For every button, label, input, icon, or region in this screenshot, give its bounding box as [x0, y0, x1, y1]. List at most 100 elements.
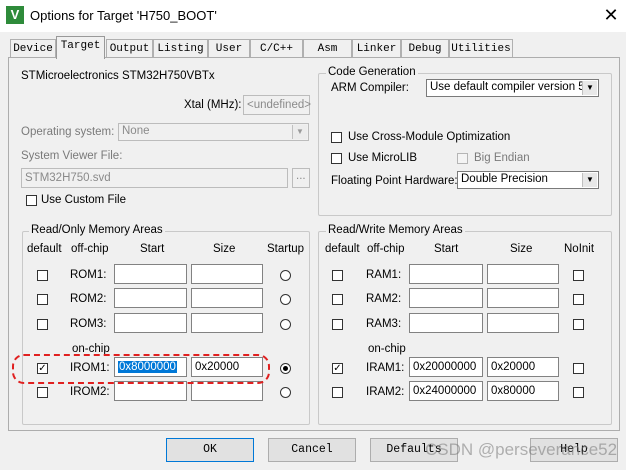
ram-row-3-size-field[interactable]: [487, 313, 559, 333]
microlib-label: Use MicroLIB: [348, 152, 418, 164]
rom-row-3-start-field[interactable]: [114, 313, 187, 333]
ram-row-1-noinit-checkbox[interactable]: [573, 270, 584, 281]
highlight-annotation: [12, 354, 270, 384]
tab-asm[interactable]: Asm: [303, 39, 352, 58]
rom-row-1-start-field[interactable]: [114, 264, 187, 284]
ram-header-offchip: off-chip: [367, 243, 405, 255]
ram-row-4-noinit-checkbox[interactable]: [573, 363, 584, 374]
big-endian-label: Big Endian: [474, 152, 530, 164]
compiler-select[interactable]: Use default compiler version 5 ▼: [426, 79, 599, 97]
window-title: Options for Target 'H750_BOOT': [30, 8, 217, 23]
tab-listing[interactable]: Listing: [153, 39, 208, 58]
ram-row-5-default-checkbox[interactable]: [332, 387, 343, 398]
ram-group-title: Read/Write Memory Areas: [326, 224, 465, 236]
ram-row-1-default-checkbox[interactable]: [332, 270, 343, 281]
rom-row-1-name: ROM1:: [70, 269, 107, 281]
custom-file-label: Use Custom File: [41, 194, 126, 206]
rom-row-4-startup-radio[interactable]: [280, 363, 291, 374]
rom-row-2-startup-radio[interactable]: [280, 294, 291, 305]
tab-device[interactable]: Device: [10, 39, 56, 58]
big-endian-checkbox[interactable]: [457, 153, 468, 164]
rom-row-5-default-checkbox[interactable]: [37, 387, 48, 398]
tab-debug[interactable]: Debug: [401, 39, 449, 58]
fpu-label: Floating Point Hardware:: [331, 175, 458, 187]
app-icon: V: [6, 6, 24, 24]
ram-header-size: Size: [510, 243, 533, 255]
rom-row-3-name: ROM3:: [70, 318, 107, 330]
rom-row-1-startup-radio[interactable]: [280, 270, 291, 281]
ram-header-default: default: [325, 243, 360, 255]
ram-row-4-size-field[interactable]: 0x20000: [487, 357, 559, 377]
xtal-field[interactable]: <undefined>: [243, 95, 311, 115]
os-label: Operating system:: [21, 126, 115, 138]
svd-browse-button[interactable]: ...: [292, 168, 310, 188]
cross-module-checkbox[interactable]: [331, 132, 342, 143]
rom-row-5-start-field[interactable]: [114, 381, 187, 401]
rom-row-5-startup-radio[interactable]: [280, 387, 291, 398]
ram-header-start: Start: [434, 243, 459, 255]
chevron-down-icon: ▼: [292, 125, 307, 139]
cancel-button[interactable]: Cancel: [268, 438, 356, 462]
ram-row-4-name: IRAM1:: [366, 362, 405, 374]
custom-file-checkbox[interactable]: [26, 195, 37, 206]
rom-header-startup: Startup: [267, 243, 305, 255]
rom-row-2-name: ROM2:: [70, 293, 107, 305]
ram-row-1-size-field[interactable]: [487, 264, 559, 284]
os-select[interactable]: None ▼: [118, 123, 309, 141]
rom-row-3-default-checkbox[interactable]: [37, 319, 48, 330]
rom-header-size: Size: [213, 243, 236, 255]
xtal-label: Xtal (MHz):: [184, 99, 242, 111]
rom-row-1-default-checkbox[interactable]: [37, 270, 48, 281]
ram-row-3-noinit-checkbox[interactable]: [573, 319, 584, 330]
close-icon[interactable]: ✕: [600, 4, 622, 26]
rom-row-3-size-field[interactable]: [191, 313, 263, 333]
rom-row-2-start-field[interactable]: [114, 288, 187, 308]
device-name: STMicroelectronics STM32H750VBTx: [21, 70, 215, 82]
ram-row-4-default-checkbox[interactable]: ✓: [332, 363, 343, 374]
ram-row-3-start-field[interactable]: [409, 313, 483, 333]
ram-row-1-name: RAM1:: [366, 269, 402, 281]
ram-row-2-noinit-checkbox[interactable]: [573, 294, 584, 305]
rom-header-default: default: [27, 243, 62, 255]
ram-row-2-name: RAM2:: [366, 293, 402, 305]
ram-header-noinit: NoInit: [564, 243, 595, 255]
tab-user[interactable]: User: [208, 39, 250, 58]
rom-header-start: Start: [140, 243, 165, 255]
ram-row-5-name: IRAM2:: [366, 386, 405, 398]
chevron-down-icon: ▼: [582, 173, 597, 187]
ram-row-5-noinit-checkbox[interactable]: [573, 387, 584, 398]
watermark: CSDN @perseverance52: [425, 440, 618, 459]
microlib-checkbox[interactable]: [331, 153, 342, 164]
tab-cpp[interactable]: C/C++: [250, 39, 303, 58]
code-generation-title: Code Generation: [326, 66, 418, 78]
rom-row-2-size-field[interactable]: [191, 288, 263, 308]
rom-row-1-size-field[interactable]: [191, 264, 263, 284]
tab-utilities[interactable]: Utilities: [449, 39, 513, 58]
compiler-label: ARM Compiler:: [331, 82, 409, 94]
rom-group-title: Read/Only Memory Areas: [29, 224, 165, 236]
rom-header-offchip: off-chip: [71, 243, 109, 255]
ram-row-4-start-field[interactable]: 0x20000000: [409, 357, 483, 377]
ram-row-2-size-field[interactable]: [487, 288, 559, 308]
ram-onchip-label: on-chip: [368, 343, 406, 355]
ok-button[interactable]: OK: [166, 438, 254, 462]
rom-row-5-name: IROM2:: [70, 386, 110, 398]
ram-row-2-start-field[interactable]: [409, 288, 483, 308]
ram-row-3-default-checkbox[interactable]: [332, 319, 343, 330]
chevron-down-icon: ▼: [582, 81, 597, 95]
rom-row-3-startup-radio[interactable]: [280, 319, 291, 330]
cross-module-label: Use Cross-Module Optimization: [348, 131, 511, 143]
ram-row-3-name: RAM3:: [366, 318, 402, 330]
ram-row-5-size-field[interactable]: 0x80000: [487, 381, 559, 401]
tab-output[interactable]: Output: [106, 39, 153, 58]
fpu-select[interactable]: Double Precision ▼: [457, 171, 599, 189]
svd-field[interactable]: STM32H750.svd: [21, 168, 288, 188]
ram-row-5-start-field[interactable]: 0x24000000: [409, 381, 483, 401]
ram-row-2-default-checkbox[interactable]: [332, 294, 343, 305]
rom-row-5-size-field[interactable]: [191, 381, 263, 401]
ram-row-1-start-field[interactable]: [409, 264, 483, 284]
tab-linker[interactable]: Linker: [352, 39, 401, 58]
svd-label: System Viewer File:: [21, 150, 123, 162]
tab-target[interactable]: Target: [56, 36, 105, 59]
rom-row-2-default-checkbox[interactable]: [37, 294, 48, 305]
